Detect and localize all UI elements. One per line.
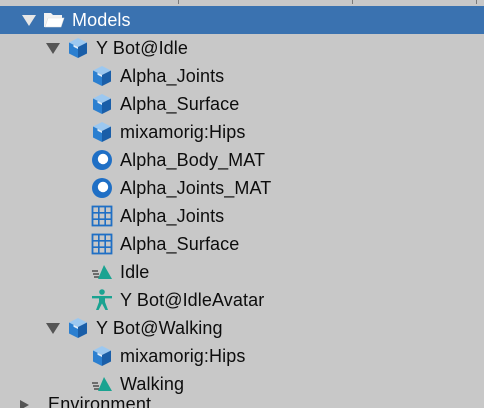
tree-item-alpha-surface-prefab[interactable]: Alpha_Surface [0,90,484,118]
foldout-expanded-icon[interactable] [46,322,60,334]
tree-item-alpha-joints-mesh[interactable]: Alpha_Joints [0,202,484,230]
mesh-grid-icon [90,232,114,256]
tree-item-mixamorig-hips[interactable]: mixamorig:Hips [0,118,484,146]
animation-clip-icon [90,372,114,396]
tree-item-label: Alpha_Joints_MAT [120,178,272,198]
foldout-expanded-icon[interactable] [22,14,36,26]
prefab-cube-icon [90,120,114,144]
prefab-cube-icon [90,344,114,368]
tree-item-label: Alpha_Joints [120,206,225,226]
tree-item-label: mixamorig:Hips [120,122,246,142]
prefab-cube-icon [90,92,114,116]
tree-item-label: Alpha_Surface [120,234,240,254]
tree-item-label: Alpha_Body_MAT [120,150,266,170]
tree-item-alpha-surface-mesh[interactable]: Alpha_Surface [0,230,484,258]
tree-item-idle-clip[interactable]: Idle [0,258,484,286]
tree-item-label: Y Bot@Idle [96,38,188,58]
tree-item-alpha-body-mat[interactable]: Alpha_Body_MAT [0,146,484,174]
tree-item-label: Y Bot@Walking [96,318,223,338]
project-hierarchy-tree: Models Y Bot@Idle Alpha_Joints Alpha_Sur… [0,0,484,408]
tree-item-label: Alpha_Surface [120,94,240,114]
tree-item-ybot-idle[interactable]: Y Bot@Idle [0,34,484,62]
foldout-collapsed-icon[interactable] [20,400,29,408]
tree-item-label: Models [72,10,131,30]
tree-item-label: mixamorig:Hips [120,346,246,366]
material-sphere-icon [90,148,114,172]
tree-item-models[interactable]: Models [0,6,484,34]
prefab-cube-icon [66,316,90,340]
folder-open-icon [42,8,66,32]
foldout-expanded-icon[interactable] [46,42,60,54]
mesh-grid-icon [90,204,114,228]
previous-row-sliver [0,0,484,4]
tree-item-idle-avatar[interactable]: Y Bot@IdleAvatar [0,286,484,314]
tree-item-label: Idle [120,262,150,282]
tree-item-walking-mixamorig-hips[interactable]: mixamorig:Hips [0,342,484,370]
animation-clip-icon [90,260,114,284]
tree-item-label: Y Bot@IdleAvatar [120,290,265,310]
tree-item-ybot-walking[interactable]: Y Bot@Walking [0,314,484,342]
tree-item-alpha-joints-mat[interactable]: Alpha_Joints_MAT [0,174,484,202]
avatar-figure-icon [90,288,114,312]
prefab-cube-icon [90,64,114,88]
tree-item-label: Alpha_Joints [120,66,225,86]
prefab-cube-icon [66,36,90,60]
material-sphere-icon [90,176,114,200]
tree-item-alpha-joints-prefab[interactable]: Alpha_Joints [0,62,484,90]
